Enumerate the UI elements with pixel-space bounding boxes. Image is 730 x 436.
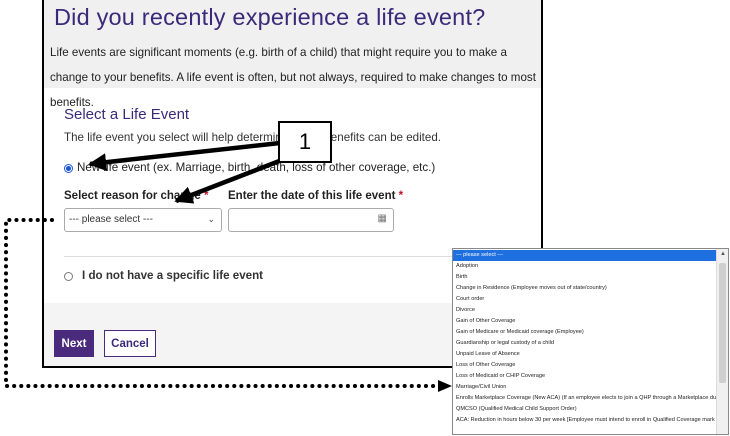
- annotation-overlay: [4, 140, 452, 392]
- callout-arrow-to-radio: [88, 140, 281, 172]
- dotted-connector: [4, 218, 442, 388]
- dotted-connector-arrowhead: [438, 380, 452, 392]
- callout-arrow-to-label: [174, 157, 283, 204]
- callout-number-badge: 1: [278, 121, 332, 163]
